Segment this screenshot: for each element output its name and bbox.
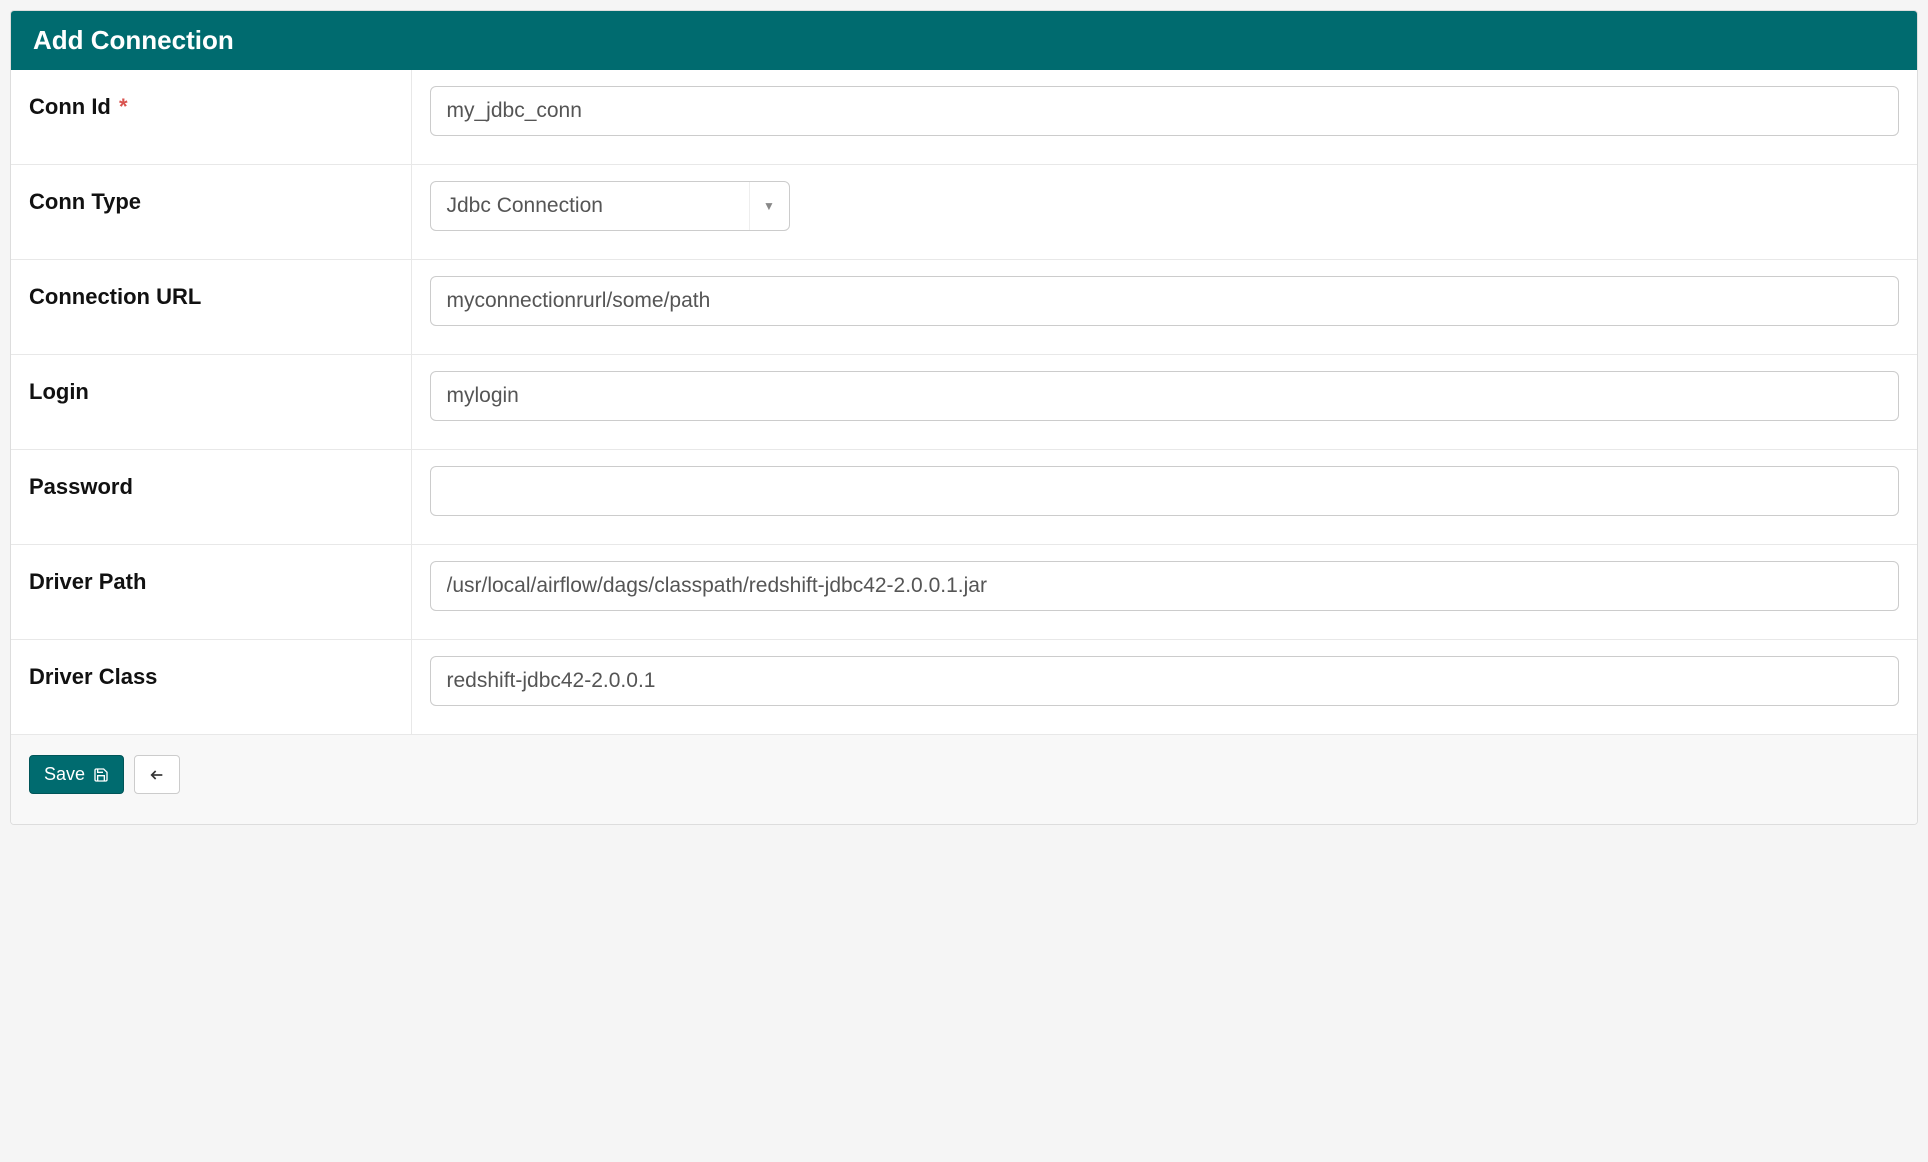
- connection-url-input[interactable]: [430, 276, 1900, 326]
- label-conn-type: Conn Type: [11, 165, 411, 260]
- row-password: Password: [11, 450, 1917, 545]
- conn-type-select[interactable]: Jdbc Connection ▼: [430, 181, 790, 231]
- save-icon: [93, 767, 109, 783]
- row-driver-class: Driver Class: [11, 640, 1917, 735]
- row-connection-url: Connection URL: [11, 260, 1917, 355]
- label-driver-path: Driver Path: [11, 545, 411, 640]
- required-star-icon: *: [119, 94, 128, 119]
- save-button-label: Save: [44, 764, 85, 785]
- label-password: Password: [11, 450, 411, 545]
- label-connection-url: Connection URL: [11, 260, 411, 355]
- row-driver-path: Driver Path: [11, 545, 1917, 640]
- label-login: Login: [11, 355, 411, 450]
- conn-id-input[interactable]: [430, 86, 1900, 136]
- row-login: Login: [11, 355, 1917, 450]
- row-conn-id: Conn Id *: [11, 70, 1917, 165]
- password-input[interactable]: [430, 466, 1900, 516]
- add-connection-panel: Add Connection Conn Id * Conn Type Jdbc …: [10, 10, 1918, 825]
- driver-path-input[interactable]: [430, 561, 1900, 611]
- label-driver-class: Driver Class: [11, 640, 411, 735]
- chevron-down-icon: ▼: [749, 182, 789, 230]
- label-conn-id: Conn Id *: [11, 70, 411, 165]
- label-conn-id-text: Conn Id: [29, 94, 111, 119]
- back-button[interactable]: [134, 755, 180, 794]
- save-button[interactable]: Save: [29, 755, 124, 794]
- driver-class-input[interactable]: [430, 656, 1900, 706]
- login-input[interactable]: [430, 371, 1900, 421]
- panel-title: Add Connection: [11, 11, 1917, 70]
- conn-type-selected: Jdbc Connection: [431, 182, 749, 230]
- panel-footer: Save: [11, 734, 1917, 824]
- row-conn-type: Conn Type Jdbc Connection ▼: [11, 165, 1917, 260]
- form-table: Conn Id * Conn Type Jdbc Connection ▼ Co…: [11, 70, 1917, 734]
- arrow-left-icon: [149, 767, 165, 783]
